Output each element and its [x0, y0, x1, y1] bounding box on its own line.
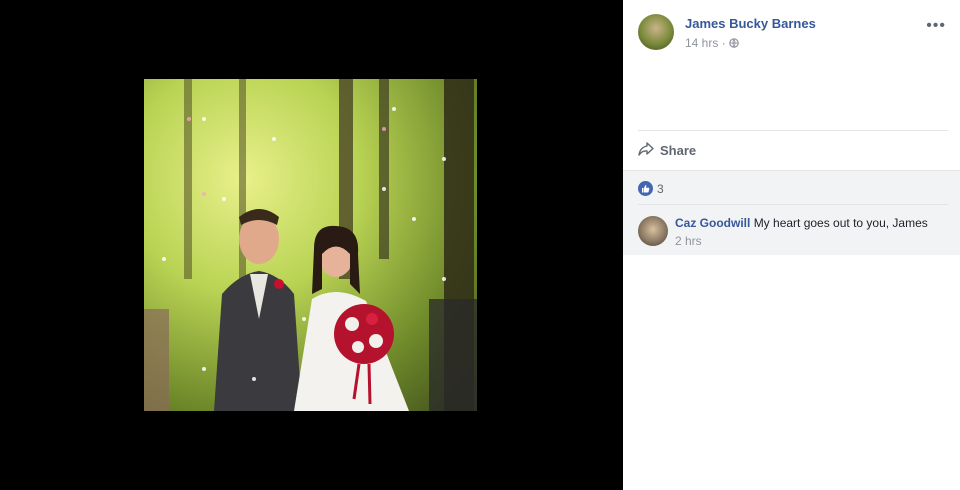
- wedding-photo-illustration: [144, 79, 477, 411]
- commenter-avatar[interactable]: [638, 216, 668, 246]
- divider: [638, 130, 948, 131]
- photo-viewer: [0, 0, 623, 490]
- feedback-section: 3 Caz Goodwill My heart goes out to you,…: [623, 170, 960, 255]
- like-thumb-icon: [638, 181, 653, 196]
- globe-icon[interactable]: [729, 36, 739, 50]
- comment-time[interactable]: 2 hrs: [675, 234, 702, 248]
- comment-body: Caz Goodwill My heart goes out to you, J…: [675, 216, 928, 230]
- author-name[interactable]: James Bucky Barnes: [685, 16, 816, 31]
- post-sidebar: James Bucky Barnes 14 hrs · ••• Share 3 …: [623, 0, 960, 490]
- share-arrow-icon: [638, 142, 654, 159]
- share-label: Share: [660, 143, 697, 158]
- like-count: 3: [657, 181, 664, 196]
- commenter-name[interactable]: Caz Goodwill: [675, 216, 750, 230]
- author-avatar[interactable]: [638, 14, 674, 50]
- ellipsis-icon[interactable]: •••: [926, 18, 946, 34]
- post-time[interactable]: 14 hrs: [685, 36, 718, 50]
- wedding-photo[interactable]: [144, 79, 477, 411]
- comment-divider: [638, 204, 948, 205]
- reaction-summary[interactable]: 3: [638, 181, 664, 196]
- comment-text: My heart goes out to you, James: [753, 216, 928, 230]
- share-button[interactable]: Share: [638, 142, 696, 159]
- post-meta: 14 hrs ·: [685, 36, 739, 50]
- meta-separator: ·: [721, 36, 726, 50]
